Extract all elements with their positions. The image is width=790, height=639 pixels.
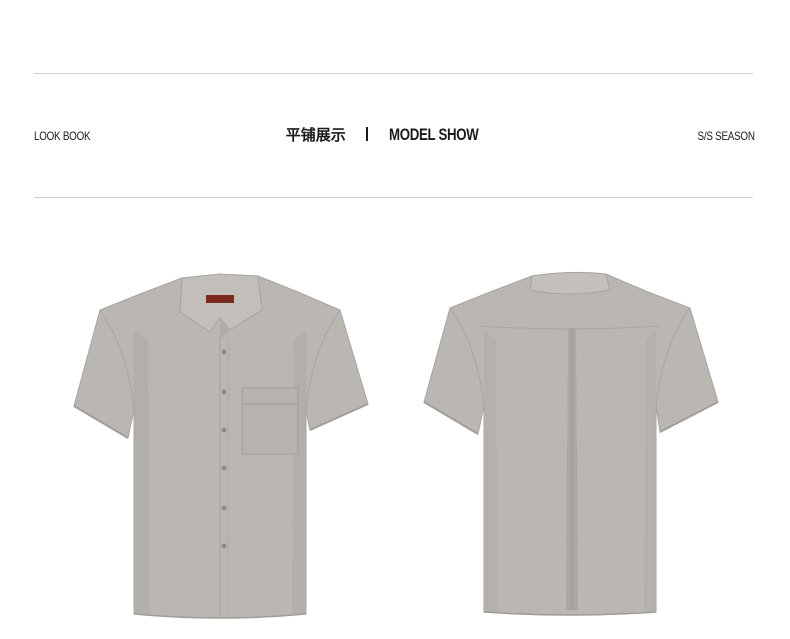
title-chinese: 平铺展示 — [285, 126, 346, 144]
section-header: LOOK BOOK 平铺展示 MODEL SHOW S/S SEASON — [34, 124, 755, 150]
top-divider — [34, 73, 753, 74]
bottom-divider — [34, 197, 753, 198]
shirt-front-image — [70, 270, 372, 620]
section-title: 平铺展示 MODEL SHOW — [34, 124, 755, 145]
title-english: MODEL SHOW — [388, 125, 479, 144]
title-separator — [366, 127, 369, 141]
shirt-back-image — [420, 270, 722, 620]
season-label: S/S SEASON — [697, 129, 755, 143]
